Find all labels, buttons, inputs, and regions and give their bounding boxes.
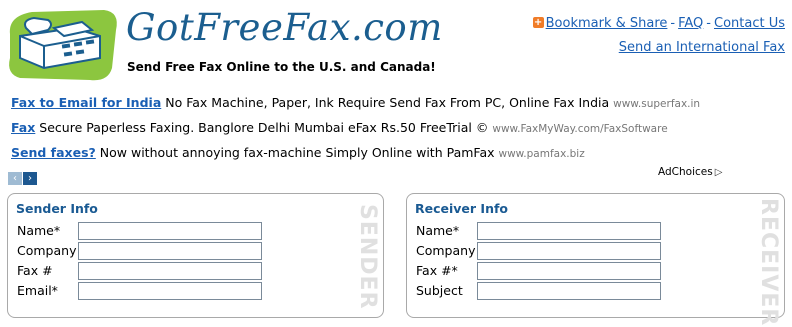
international-fax-link[interactable]: Send an International Fax — [619, 40, 785, 55]
faq-link[interactable]: FAQ — [678, 16, 703, 31]
sender-vertical-label: SENDER — [355, 204, 380, 310]
ad-description: Now without annoying fax-machine Simply … — [99, 145, 495, 160]
sender-info-panel: Sender Info Name* Company Fax # Email* S… — [7, 193, 384, 318]
receiver-info-title: Receiver Info — [415, 201, 508, 216]
sender-email-row: Email* — [17, 282, 277, 300]
ad-description: No Fax Machine, Paper, Ink Require Send … — [165, 95, 610, 110]
site-tagline: Send Free Fax Online to the U.S. and Can… — [127, 60, 436, 74]
receiver-fax-label: Fax #* — [416, 263, 458, 278]
chevron-right-icon[interactable]: › — [23, 172, 37, 185]
adchoices-icon: ▷ — [714, 167, 723, 178]
sender-email-input[interactable] — [78, 282, 262, 300]
ad-description: Secure Paperless Faxing. Banglore Delhi … — [39, 120, 489, 135]
plus-icon[interactable]: + — [532, 17, 544, 28]
contact-us-link[interactable]: Contact Us — [714, 16, 785, 31]
sender-name-label: Name* — [17, 223, 61, 238]
receiver-subject-input[interactable] — [477, 282, 661, 300]
sender-name-row: Name* — [17, 222, 277, 240]
sender-company-label: Company — [17, 243, 77, 258]
site-logo-text[interactable]: GotFreeFax.com — [126, 6, 443, 49]
sender-info-title: Sender Info — [16, 201, 98, 216]
ad-item: Fax to Email for India No Fax Machine, P… — [11, 95, 700, 120]
sender-email-label: Email* — [17, 283, 58, 298]
sender-fax-label: Fax # — [17, 263, 53, 278]
receiver-name-label: Name* — [416, 223, 460, 238]
receiver-name-input[interactable] — [477, 222, 661, 240]
chevron-left-icon[interactable]: ‹ — [8, 172, 22, 185]
sender-fax-row: Fax # — [17, 262, 277, 280]
bookmark-share-link[interactable]: Bookmark & Share — [546, 16, 668, 31]
ad-item: Send faxes? Now without annoying fax-mac… — [11, 145, 700, 170]
ad-url[interactable]: www.pamfax.biz — [499, 148, 585, 160]
receiver-subject-row: Subject — [416, 282, 676, 300]
ad-item: Fax Secure Paperless Faxing. Banglore De… — [11, 120, 700, 145]
sender-company-row: Company — [17, 242, 277, 260]
sender-fax-input[interactable] — [78, 262, 262, 280]
fax-machine-logo-icon — [4, 6, 122, 84]
sender-name-input[interactable] — [78, 222, 262, 240]
receiver-subject-label: Subject — [416, 283, 463, 298]
receiver-name-row: Name* — [416, 222, 676, 240]
sender-company-input[interactable] — [78, 242, 262, 260]
receiver-company-row: Company — [416, 242, 676, 260]
link-separator: - — [706, 16, 711, 31]
ad-list: Fax to Email for India No Fax Machine, P… — [11, 95, 700, 170]
ad-title-link[interactable]: Send faxes? — [11, 145, 96, 160]
receiver-company-input[interactable] — [477, 242, 661, 260]
adchoices-label: AdChoices — [658, 166, 713, 178]
receiver-vertical-label: RECEIVER — [756, 198, 781, 327]
ad-url[interactable]: www.FaxMyWay.com/FaxSoftware — [492, 123, 667, 135]
top-links: + Bookmark & Share - FAQ - Contact Us Send an… — [532, 12, 785, 60]
receiver-fax-row: Fax #* — [416, 262, 676, 280]
ad-title-link[interactable]: Fax to Email for India — [11, 95, 161, 110]
ad-url[interactable]: www.superfax.in — [613, 98, 700, 110]
receiver-company-label: Company — [416, 243, 476, 258]
link-separator: - — [670, 16, 676, 31]
receiver-info-panel: Receiver Info Name* Company Fax #* Subje… — [406, 193, 785, 327]
receiver-fax-input[interactable] — [477, 262, 661, 280]
ad-navigation: ‹ › — [8, 166, 38, 185]
adchoices-link[interactable]: AdChoices ▷ — [658, 166, 722, 178]
ad-title-link[interactable]: Fax — [11, 120, 35, 135]
